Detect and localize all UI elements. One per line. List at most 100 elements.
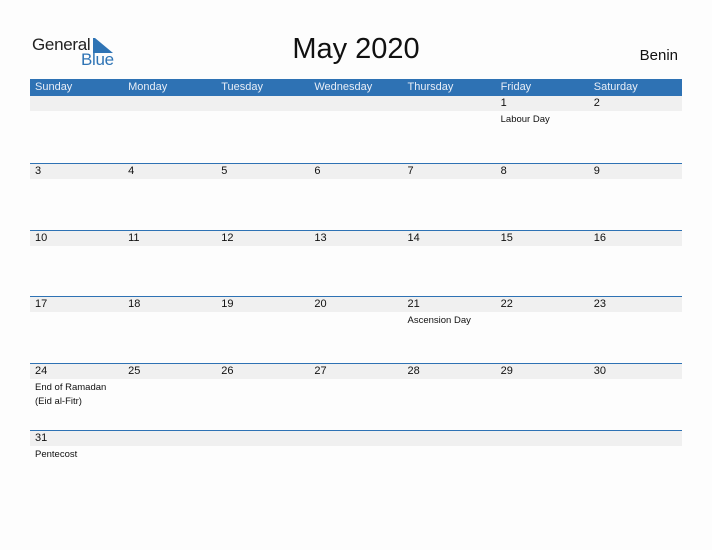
day-cell: 11 [123,231,216,248]
day-number [408,431,496,446]
day-cell [216,96,309,127]
day-number: 10 [35,232,48,244]
week-cells: 3 4 5 6 7 8 9 [30,164,682,181]
day-number: 25 [128,365,141,377]
day-cell: 14 [403,231,496,248]
weekday-thursday: Thursday [407,81,454,93]
day-number: 31 [35,432,48,444]
week-row: 24 End of Ramadan (Eid al-Fitr) 25 26 27 28 29 3… [30,363,682,429]
day-number: 23 [593,298,606,310]
week-cells: 1 Labour Day 2 [30,96,682,127]
day-number: 20 [314,298,327,310]
holiday-label: Ascension Day [407,315,471,326]
day-number [501,431,589,446]
day-cell: 16 [589,231,682,248]
day-cell: 5 [216,164,309,181]
day-cell [309,96,402,127]
day-number: 29 [500,365,513,377]
day-cell: 27 [309,364,402,409]
day-cell: 28 [403,364,496,409]
day-cell: 29 [496,364,589,409]
day-cell [403,96,496,127]
day-number: 6 [314,165,321,177]
holiday-label: Labour Day [500,114,550,125]
day-number [128,96,216,111]
day-cell: 3 [30,164,123,181]
day-number: 16 [593,232,606,244]
day-cell [403,431,496,462]
day-cell: 23 [589,297,682,328]
weekday-monday: Monday [128,81,168,93]
day-number: 12 [221,232,234,244]
day-cell: 21 Ascension Day [403,297,496,328]
weekday-sunday: Sunday [35,81,73,93]
day-cell: 9 [589,164,682,181]
day-number: 1 [500,97,507,109]
day-number: 26 [221,365,234,377]
day-cell: 7 [403,164,496,181]
day-cell: 2 [589,96,682,127]
day-number: 5 [221,165,228,177]
day-number [594,431,682,446]
day-number: 4 [128,165,135,177]
weekday-saturday: Saturday [593,81,638,93]
day-number: 14 [407,232,420,244]
day-cell: 30 [589,364,682,409]
day-number [128,431,216,446]
day-cell: 20 [309,297,402,328]
day-number: 24 [35,365,48,377]
day-cell [123,96,216,127]
day-cell: 15 [496,231,589,248]
day-number [221,431,309,446]
day-number [314,96,402,111]
day-number: 28 [407,365,420,377]
day-number: 15 [500,232,513,244]
day-cell: 6 [309,164,402,181]
day-cell [123,431,216,462]
day-number: 30 [593,365,606,377]
day-number: 17 [35,298,48,310]
week-row: 10 11 12 13 14 15 16 [30,230,682,296]
day-cell: 19 [216,297,309,328]
day-cell: 13 [309,231,402,248]
day-cell [216,431,309,462]
day-cell: 26 [216,364,309,409]
day-number: 3 [35,165,42,177]
day-cell [589,431,682,462]
day-number [221,96,309,111]
day-cell: 4 [123,164,216,181]
day-number: 9 [593,165,600,177]
day-cell: 25 [123,364,216,409]
day-number: 21 [407,298,420,310]
day-cell: 31 Pentecost [30,431,123,462]
weekday-wednesday: Wednesday [314,81,373,93]
calendar-title: May 2020 [292,33,420,65]
day-cell: 10 [30,231,123,248]
week-row: 1 Labour Day 2 [30,96,682,162]
holiday-label: Pentecost [35,449,78,460]
week-row: 31 Pentecost [30,430,682,496]
day-cell: 8 [496,164,589,181]
day-number: 2 [593,97,600,109]
day-number: 8 [500,165,507,177]
day-cell: 17 [30,297,123,328]
day-number: 11 [128,232,140,244]
week-cells: 17 18 19 20 21 Ascension Day 22 23 [30,297,682,328]
day-cell: 1 Labour Day [496,96,589,127]
day-cell [30,96,123,127]
day-number [408,96,496,111]
day-cell [309,431,402,462]
day-cell: 22 [496,297,589,328]
holiday-label: End of Ramadan (Eid al-Fitr) [35,382,107,407]
day-number: 19 [221,298,234,310]
week-row: 3 4 5 6 7 8 9 [30,163,682,229]
weekday-header: Sunday Monday Tuesday Wednesday Thursday… [30,79,682,96]
week-cells: 24 End of Ramadan (Eid al-Fitr) 25 26 27 28 29 3… [30,364,682,409]
day-cell: 12 [216,231,309,248]
day-number [35,96,123,111]
weekday-friday: Friday [500,81,532,93]
day-number: 7 [407,165,414,177]
day-number: 18 [128,298,141,310]
day-number: 27 [314,365,327,377]
day-number: 22 [500,298,513,310]
